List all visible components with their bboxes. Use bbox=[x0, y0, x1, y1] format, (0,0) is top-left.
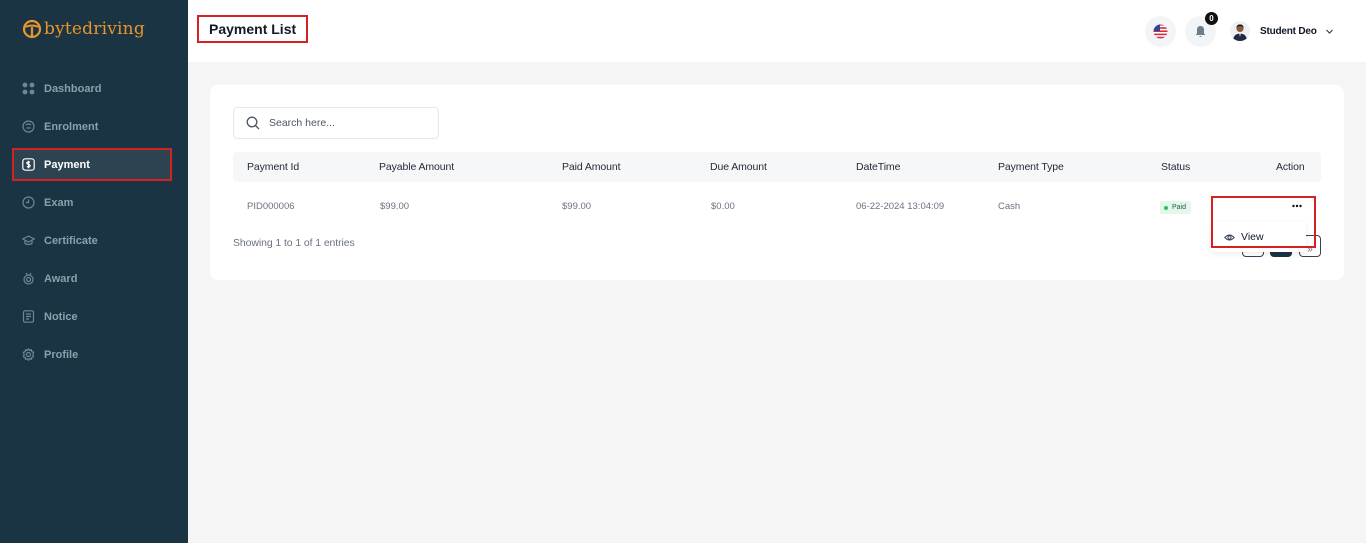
cell-payable-amount: $99.00 bbox=[380, 201, 410, 212]
search-input[interactable] bbox=[269, 117, 419, 129]
sidebar-item-label: Payment bbox=[44, 158, 90, 171]
eye-icon bbox=[1224, 234, 1235, 240]
sidebar-item-payment[interactable]: Payment bbox=[12, 148, 172, 181]
sidebar-item-dashboard[interactable]: Dashboard bbox=[12, 72, 172, 105]
column-header-payment-id[interactable]: Payment Id bbox=[247, 152, 299, 182]
row-action-menu-button[interactable] bbox=[1288, 198, 1306, 214]
column-header-datetime[interactable]: DateTime bbox=[856, 152, 900, 182]
sidebar-item-label: Award bbox=[44, 272, 78, 285]
sidebar-item-label: Profile bbox=[44, 348, 79, 361]
clock-icon bbox=[22, 196, 35, 209]
us-flag-icon bbox=[1153, 24, 1168, 39]
graduation-cap-icon bbox=[22, 234, 35, 247]
cell-paid-amount: $99.00 bbox=[562, 201, 592, 212]
sidebar-item-label: Notice bbox=[44, 310, 78, 323]
status-dot bbox=[1164, 205, 1168, 210]
column-header-action: Action bbox=[1276, 161, 1305, 173]
sidebar-item-label: Dashboard bbox=[44, 82, 102, 95]
notice-icon bbox=[22, 310, 35, 323]
status-badge: Paid bbox=[1160, 201, 1192, 214]
sidebar-item-certificate[interactable]: Certificate bbox=[12, 224, 172, 257]
sidebar-item-notice[interactable]: Notice bbox=[12, 300, 172, 333]
brand-logo[interactable]: bytedriving bbox=[22, 17, 145, 41]
column-header-due-amount[interactable]: Due Amount bbox=[710, 152, 767, 182]
action-dropdown-item-view[interactable]: View bbox=[1211, 222, 1306, 252]
notification-button[interactable]: 0 bbox=[1185, 12, 1218, 47]
column-header-status[interactable]: Status bbox=[1161, 152, 1190, 182]
column-header-paid-amount[interactable]: Paid Amount bbox=[562, 152, 621, 182]
user-name: Student Deo bbox=[1260, 25, 1317, 37]
grid-icon bbox=[22, 82, 35, 95]
sidebar-item-label: Exam bbox=[44, 196, 74, 209]
search-box bbox=[233, 107, 439, 139]
sidebar-item-label: Enrolment bbox=[44, 120, 99, 133]
table-row: PID000006 $99.00 $99.00 $0.00 06-22-2024… bbox=[233, 190, 1321, 224]
column-header-payable-amount[interactable]: Payable Amount bbox=[379, 152, 454, 182]
sidebar-item-exam[interactable]: Exam bbox=[12, 186, 172, 219]
award-icon bbox=[22, 272, 35, 285]
status-label: Paid bbox=[1172, 204, 1187, 211]
cell-payment-id: PID000006 bbox=[247, 201, 295, 212]
cell-datetime: 06-22-2024 13:04:09 bbox=[856, 201, 945, 212]
dropdown-item-label: View bbox=[1241, 231, 1264, 243]
double-chevron-right-icon: » bbox=[1307, 244, 1313, 255]
top-header: Payment List 0 Student Deo bbox=[188, 0, 1366, 62]
avatar bbox=[1230, 21, 1250, 41]
enrolment-icon bbox=[22, 120, 35, 133]
steering-wheel-icon bbox=[22, 19, 42, 39]
language-button[interactable] bbox=[1145, 16, 1176, 47]
gear-icon bbox=[22, 348, 35, 361]
user-menu[interactable]: Student Deo bbox=[1230, 20, 1334, 42]
cell-due-amount: $0.00 bbox=[711, 201, 735, 212]
logo-text: bytedriving bbox=[44, 19, 145, 39]
notification-count-badge: 0 bbox=[1205, 12, 1218, 25]
more-horizontal-icon bbox=[1292, 204, 1302, 208]
search-icon bbox=[246, 116, 260, 130]
sidebar-item-award[interactable]: Award bbox=[12, 262, 172, 295]
entries-info: Showing 1 to 1 of 1 entries bbox=[233, 237, 355, 249]
dollar-icon bbox=[22, 158, 35, 171]
sidebar-item-profile[interactable]: Profile bbox=[12, 338, 172, 371]
cell-payment-type: Cash bbox=[998, 201, 1021, 212]
table-header: Payment Id Payable Amount Paid Amount Du… bbox=[233, 152, 1321, 182]
sidebar: bytedriving Dashboard Enrolment Payment … bbox=[0, 0, 188, 543]
payment-list-card: Payment Id Payable Amount Paid Amount Du… bbox=[210, 85, 1344, 280]
sidebar-item-enrolment[interactable]: Enrolment bbox=[12, 110, 172, 143]
column-header-payment-type[interactable]: Payment Type bbox=[998, 152, 1064, 182]
bell-icon bbox=[1195, 26, 1206, 37]
page-title: Payment List bbox=[197, 15, 309, 43]
chevron-down-icon bbox=[1325, 27, 1334, 36]
sidebar-nav: Dashboard Enrolment Payment Exam Certifi… bbox=[12, 72, 172, 376]
sidebar-item-label: Certificate bbox=[44, 234, 98, 247]
